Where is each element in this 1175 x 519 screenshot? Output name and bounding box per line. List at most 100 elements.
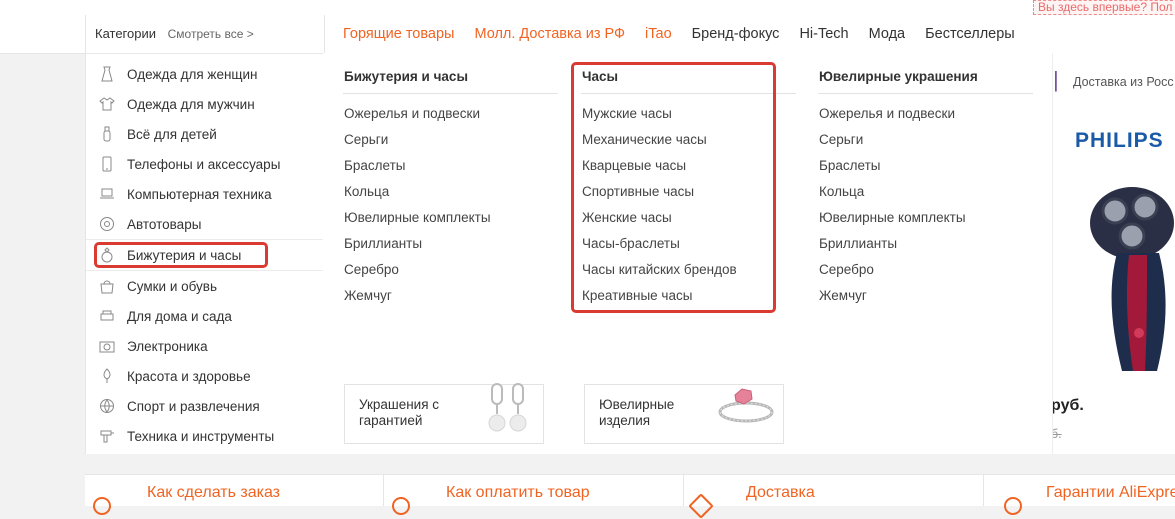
- category-label: Для дома и сада: [127, 308, 232, 324]
- nav-link-itao[interactable]: iTao: [645, 26, 672, 42]
- category-label: Электроника: [127, 338, 208, 354]
- subcategory-link[interactable]: Ювелирные комплекты: [819, 208, 1033, 234]
- nav-left-blank: [0, 15, 85, 54]
- nav-link-bestsellers[interactable]: Бестселлеры: [925, 26, 1015, 42]
- highlight-jewelry-category: [94, 242, 268, 268]
- highlight-watches-column: [571, 62, 776, 313]
- old-price: б.: [1052, 427, 1062, 441]
- promo-banner[interactable]: | Доставка из Росс PHILIPS руб. б.: [1052, 53, 1175, 454]
- shirt-icon: [98, 95, 116, 113]
- laptop-icon: [98, 185, 116, 203]
- column-fine-jewelry: Ювелирные украшения Ожерелья и подвески …: [818, 67, 1033, 312]
- camera-icon: [98, 337, 116, 355]
- category-item-sport[interactable]: Спорт и развлечения: [86, 391, 324, 421]
- category-item-women[interactable]: Одежда для женщин: [86, 59, 324, 89]
- column-jewelry-watches: Бижутерия и часы Ожерелья и подвески Сер…: [343, 67, 558, 312]
- subcategory-link[interactable]: Жемчуг: [819, 286, 1033, 312]
- subcategory-link[interactable]: Бриллианты: [819, 234, 1033, 260]
- info-label: Гарантии AliExpre: [1046, 484, 1175, 501]
- category-label: Компьютерная техника: [127, 186, 272, 202]
- nav-link-mall[interactable]: Молл. Доставка из РФ: [474, 26, 625, 42]
- order-icon: [93, 497, 111, 515]
- info-how-to-pay[interactable]: Как оплатить товар: [384, 474, 684, 515]
- subcategory-link[interactable]: Серьги: [819, 130, 1033, 156]
- banner-delivery-text: Доставка из Росс: [1073, 75, 1174, 89]
- info-label: Как сделать заказ: [147, 484, 280, 501]
- ball-icon: [98, 397, 116, 415]
- subcategory-link[interactable]: Серебро: [344, 260, 558, 286]
- wheel-icon: [98, 215, 116, 233]
- subcategory-link[interactable]: Серебро: [819, 260, 1033, 286]
- shaver-image: [1090, 187, 1174, 371]
- subcategory-link[interactable]: Бриллианты: [344, 234, 558, 260]
- diamond-ring-image: [718, 388, 774, 423]
- category-item-tools[interactable]: Техника и инструменты: [86, 421, 324, 451]
- category-item-bags[interactable]: Сумки и обувь: [86, 271, 324, 301]
- category-item-computers[interactable]: Компьютерная техника: [86, 179, 324, 209]
- subcategory-link[interactable]: Браслеты: [819, 156, 1033, 182]
- category-item-beauty[interactable]: Красота и здоровье: [86, 361, 324, 391]
- brand-mark: |: [1053, 67, 1059, 92]
- category-panel: Категории Смотреть все > Одежда для женщ…: [85, 15, 325, 454]
- dress-icon: [98, 65, 116, 83]
- subcategory-link[interactable]: Кольца: [819, 182, 1033, 208]
- category-label: Спорт и развлечения: [127, 398, 260, 414]
- subcategory-link[interactable]: Ожерелья и подвески: [819, 104, 1033, 130]
- bag-icon: [98, 277, 116, 295]
- category-label: Техника и инструменты: [127, 428, 275, 444]
- category-item-home[interactable]: Для дома и сада: [86, 301, 324, 331]
- info-label: Доставка: [746, 484, 815, 501]
- sofa-icon: [98, 307, 116, 325]
- phone-icon: [98, 155, 116, 173]
- price: руб.: [1052, 397, 1084, 414]
- pearl-earrings-image: [488, 383, 527, 432]
- subcategory-link[interactable]: Браслеты: [344, 156, 558, 182]
- category-item-men[interactable]: Одежда для мужчин: [86, 89, 324, 119]
- category-label: Всё для детей: [127, 126, 217, 142]
- brand-logo: PHILIPS: [1075, 129, 1164, 152]
- bottle-icon: [98, 125, 116, 143]
- category-item-auto[interactable]: Автотовары: [86, 209, 324, 240]
- nav-link-hitech[interactable]: Hi-Tech: [799, 26, 848, 42]
- category-item-phones[interactable]: Телефоны и аксессуары: [86, 149, 324, 179]
- delivery-icon: [688, 493, 714, 519]
- column-title[interactable]: Ювелирные украшения: [818, 67, 1033, 94]
- category-item-electronics[interactable]: Электроника: [86, 331, 324, 361]
- info-label: Как оплатить товар: [446, 484, 590, 501]
- promo-label: Ювелирные изделия: [599, 397, 675, 428]
- info-delivery[interactable]: Доставка: [684, 474, 984, 519]
- category-label: Одежда для мужчин: [127, 96, 255, 112]
- top-nav: Горящие товары Молл. Доставка из РФ iTao…: [343, 15, 1035, 53]
- category-header: Категории Смотреть все >: [86, 15, 324, 54]
- promo-jewelry-items[interactable]: Ювелирные изделия: [584, 384, 784, 444]
- category-title: Категории: [95, 26, 156, 41]
- subcategory-link[interactable]: Кольца: [344, 182, 558, 208]
- nav-link-hot[interactable]: Горящие товары: [343, 26, 454, 42]
- info-how-to-order[interactable]: Как сделать заказ: [85, 474, 384, 515]
- promo-guaranteed-jewelry[interactable]: Украшения с гарантией: [344, 383, 544, 444]
- info-guarantees[interactable]: Гарантии AliExpre: [984, 474, 1175, 515]
- category-label: Красота и здоровье: [127, 368, 251, 384]
- promo-label: Украшения с гарантией: [359, 397, 440, 428]
- category-label: Сумки и обувь: [127, 278, 218, 294]
- category-label: Автотовары: [127, 216, 202, 232]
- column-list: Ожерелья и подвески Серьги Браслеты Коль…: [818, 94, 1033, 312]
- first-time-banner[interactable]: Вы здесь впервые? Пол: [1033, 0, 1175, 15]
- payment-icon: [392, 497, 410, 515]
- category-item-kids[interactable]: Всё для детей: [86, 119, 324, 149]
- nav-link-brand[interactable]: Бренд-фокус: [692, 26, 780, 42]
- category-label: Телефоны и аксессуары: [127, 156, 281, 172]
- info-strip: Как сделать заказ Как оплатить товар Дос…: [85, 474, 1175, 519]
- category-label: Одежда для женщин: [127, 66, 258, 82]
- lipstick-icon: [98, 367, 116, 385]
- column-list: Ожерелья и подвески Серьги Браслеты Коль…: [343, 94, 558, 312]
- column-title[interactable]: Бижутерия и часы: [343, 67, 558, 94]
- shield-icon: [1004, 497, 1022, 515]
- subcategory-link[interactable]: Жемчуг: [344, 286, 558, 312]
- top-strip: [0, 0, 1175, 15]
- subcategory-link[interactable]: Ювелирные комплекты: [344, 208, 558, 234]
- nav-link-fashion[interactable]: Мода: [869, 26, 906, 42]
- subcategory-link[interactable]: Ожерелья и подвески: [344, 104, 558, 130]
- subcategory-link[interactable]: Серьги: [344, 130, 558, 156]
- see-all-link[interactable]: Смотреть все >: [168, 27, 254, 41]
